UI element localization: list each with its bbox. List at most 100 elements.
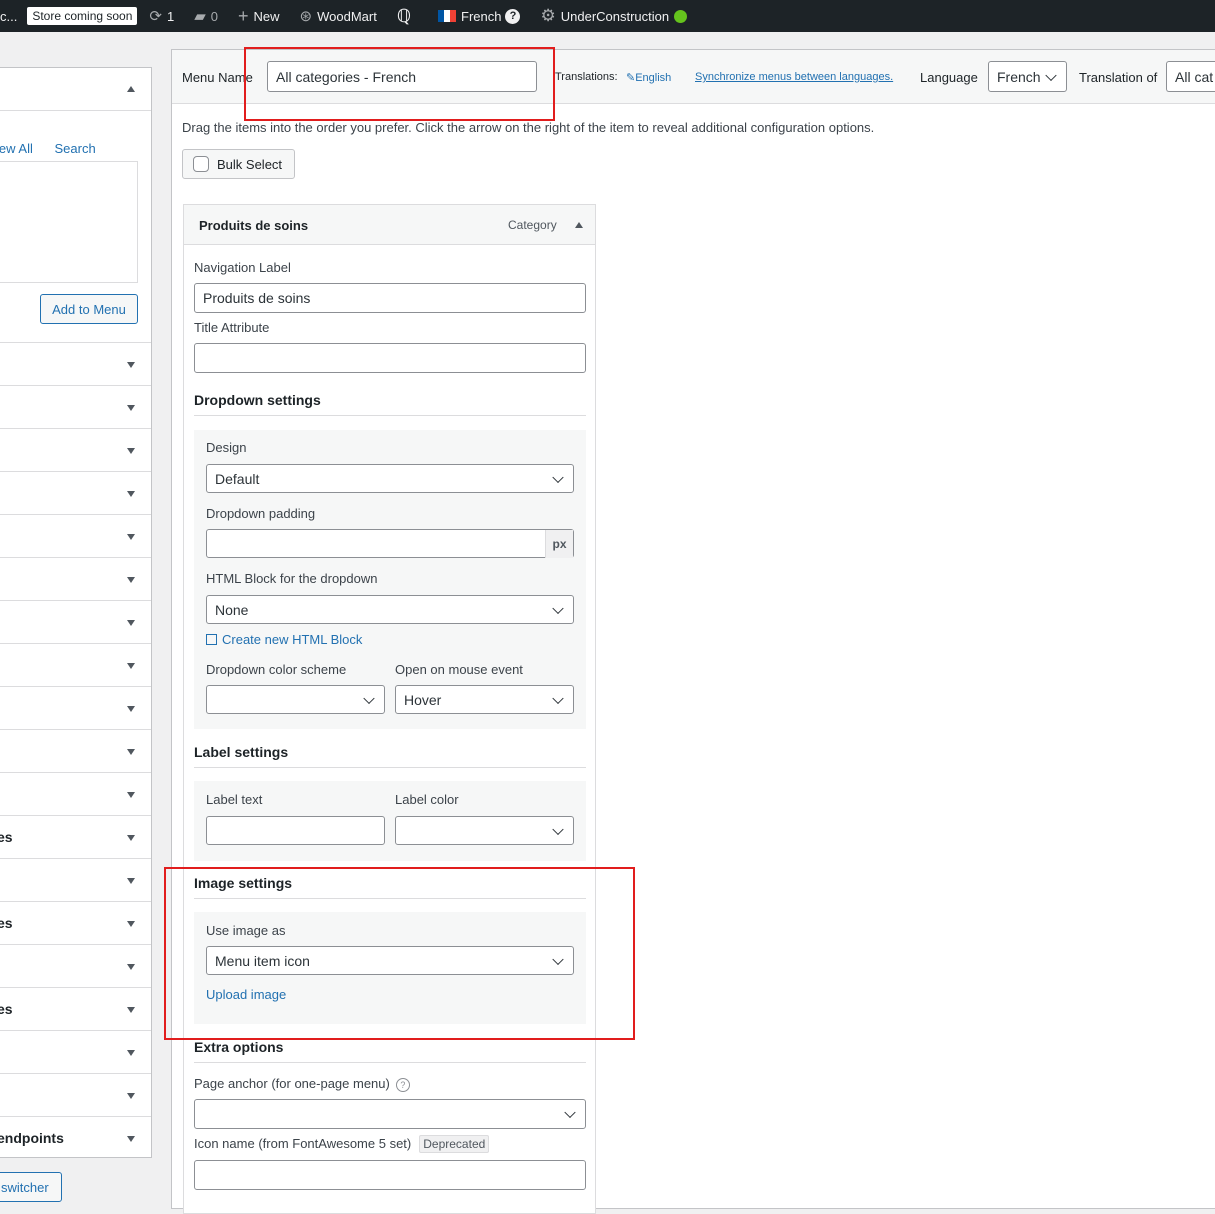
add-menu-items-panel: iew All Search Add to Menu es es es endpoin… bbox=[0, 67, 152, 1158]
label-color-select[interactable] bbox=[395, 816, 574, 845]
dropdown-settings-heading: Dropdown settings bbox=[194, 392, 586, 416]
label-text-input[interactable] bbox=[206, 816, 385, 845]
menu-item-type: Category bbox=[508, 218, 557, 232]
label-color-label: Label color bbox=[395, 792, 459, 807]
switcher-button[interactable]: switcher bbox=[0, 1172, 62, 1202]
accordion-section-4[interactable] bbox=[0, 514, 151, 557]
color-scheme-label: Dropdown color scheme bbox=[206, 662, 347, 677]
accordion-section-1[interactable] bbox=[0, 385, 151, 428]
upload-image-link[interactable]: Upload image bbox=[206, 987, 286, 1002]
menu-name-label: Menu Name bbox=[182, 70, 253, 85]
translation-english-link[interactable]: ✎English bbox=[626, 71, 671, 84]
add-to-menu-button[interactable]: Add to Menu bbox=[40, 294, 138, 324]
comment-icon: ▰ bbox=[194, 8, 206, 25]
design-select[interactable]: Default bbox=[206, 464, 574, 493]
expand-arrow-icon bbox=[127, 405, 135, 411]
accordion-section-17[interactable] bbox=[0, 1073, 151, 1116]
accordion-section-9[interactable] bbox=[0, 729, 151, 772]
accordion-section-title: es bbox=[0, 829, 13, 845]
tab-search[interactable]: Search bbox=[54, 141, 95, 156]
use-image-select[interactable]: Menu item icon bbox=[206, 946, 574, 975]
accordion-section-18[interactable]: endpoints bbox=[0, 1116, 151, 1159]
page-anchor-select[interactable] bbox=[194, 1099, 586, 1129]
translation-of-select[interactable]: All cat bbox=[1166, 61, 1215, 92]
under-construction-link[interactable]: ⚙ UnderConstruction bbox=[534, 0, 693, 32]
html-block-select[interactable]: None bbox=[206, 595, 574, 624]
bulk-select-checkbox[interactable] bbox=[193, 156, 209, 172]
store-coming-soon-badge[interactable]: Store coming soon bbox=[27, 7, 138, 25]
menu-header: Menu Name All categories - French Transl… bbox=[172, 50, 1215, 104]
accordion-section-open[interactable] bbox=[0, 68, 151, 111]
accordion-section-6[interactable] bbox=[0, 600, 151, 643]
label-settings-heading: Label settings bbox=[194, 744, 586, 768]
page-anchor-label: Page anchor (for one-page menu)? bbox=[194, 1076, 410, 1092]
external-link-icon bbox=[206, 634, 217, 645]
mouse-event-select[interactable]: Hover bbox=[395, 685, 574, 714]
pencil-icon: ✎ bbox=[626, 72, 636, 84]
navigation-label-label: Navigation Label bbox=[194, 260, 291, 275]
plus-icon: + bbox=[238, 5, 249, 26]
icon-name-input[interactable] bbox=[194, 1160, 586, 1190]
expand-arrow-icon bbox=[127, 878, 135, 884]
menu-item-handle[interactable]: Produits de soins Category bbox=[184, 205, 595, 245]
chevron-down-icon bbox=[552, 471, 564, 483]
navigation-label-input[interactable]: Produits de soins bbox=[194, 283, 586, 313]
accordion-section-3[interactable] bbox=[0, 471, 151, 514]
refresh-icon: ⟳ bbox=[149, 8, 162, 25]
collapse-item-arrow-icon[interactable] bbox=[575, 222, 583, 228]
admin-bar: c... Store coming soon ⟳ 1 ▰ 0 + New ⊛ W… bbox=[0, 0, 1215, 32]
language-select[interactable]: French bbox=[988, 61, 1067, 92]
help-icon: ? bbox=[505, 8, 521, 24]
accordion-section-title: endpoints bbox=[0, 1130, 64, 1146]
dropdown-padding-input[interactable]: px bbox=[206, 529, 574, 558]
woodmart-link[interactable]: ⊛ WoodMart bbox=[294, 0, 383, 32]
accordion-section-15[interactable]: es bbox=[0, 987, 151, 1030]
accordion-section-11[interactable]: es bbox=[0, 815, 151, 858]
items-checklist[interactable] bbox=[0, 161, 138, 283]
collapse-arrow-icon bbox=[127, 86, 135, 92]
expand-arrow-icon bbox=[127, 964, 135, 970]
accordion-section-12[interactable] bbox=[0, 858, 151, 901]
expand-arrow-icon bbox=[127, 663, 135, 669]
accordion-section-2[interactable] bbox=[0, 428, 151, 471]
expand-arrow-icon bbox=[127, 534, 135, 540]
language-label: Language bbox=[920, 70, 978, 85]
title-attribute-label: Title Attribute bbox=[194, 320, 270, 335]
language-switcher[interactable]: French ? bbox=[432, 0, 526, 32]
accordion-section-16[interactable] bbox=[0, 1030, 151, 1073]
chevron-down-icon bbox=[1045, 69, 1057, 81]
expand-arrow-icon bbox=[127, 1050, 135, 1056]
bulk-select-button[interactable]: Bulk Select bbox=[182, 149, 295, 179]
icon-name-label: Icon name (from FontAwesome 5 set) Deprec… bbox=[194, 1135, 490, 1153]
title-attribute-input[interactable] bbox=[194, 343, 586, 373]
expand-arrow-icon bbox=[127, 448, 135, 454]
accordion-section-14[interactable] bbox=[0, 944, 151, 987]
color-scheme-select[interactable] bbox=[206, 685, 385, 714]
new-content-link[interactable]: + New bbox=[232, 0, 286, 32]
status-dot-icon bbox=[674, 9, 688, 23]
query-icon: ℚ bbox=[396, 5, 412, 26]
query-monitor-link[interactable]: ℚ bbox=[391, 0, 422, 32]
accordion-section-10[interactable] bbox=[0, 772, 151, 815]
help-icon[interactable]: ? bbox=[395, 1077, 410, 1092]
accordion-section-7[interactable] bbox=[0, 643, 151, 686]
synchronize-menus-link[interactable]: Synchronize menus between languages. bbox=[695, 71, 893, 83]
woodmart-logo-icon: ⊛ bbox=[299, 8, 313, 25]
chevron-down-icon bbox=[552, 823, 564, 835]
accordion-section-0[interactable] bbox=[0, 342, 151, 385]
design-label: Design bbox=[206, 440, 247, 455]
translation-of-label: Translation of bbox=[1079, 70, 1158, 85]
site-name-link[interactable]: c... bbox=[0, 0, 23, 32]
create-html-block-link[interactable]: Create new HTML Block bbox=[206, 632, 362, 647]
menu-name-input[interactable]: All categories - French bbox=[267, 61, 537, 92]
accordion-section-8[interactable] bbox=[0, 686, 151, 729]
translations-label: Translations: bbox=[555, 71, 618, 83]
chevron-down-icon bbox=[363, 692, 375, 704]
comments-link[interactable]: ▰ 0 bbox=[188, 0, 224, 32]
updates-link[interactable]: ⟳ 1 bbox=[143, 0, 180, 32]
tab-view-all[interactable]: iew All bbox=[0, 141, 33, 156]
menu-item-title: Produits de soins bbox=[199, 218, 309, 233]
accordion-section-5[interactable] bbox=[0, 557, 151, 600]
image-settings-heading: Image settings bbox=[194, 875, 586, 899]
accordion-section-13[interactable]: es bbox=[0, 901, 151, 944]
